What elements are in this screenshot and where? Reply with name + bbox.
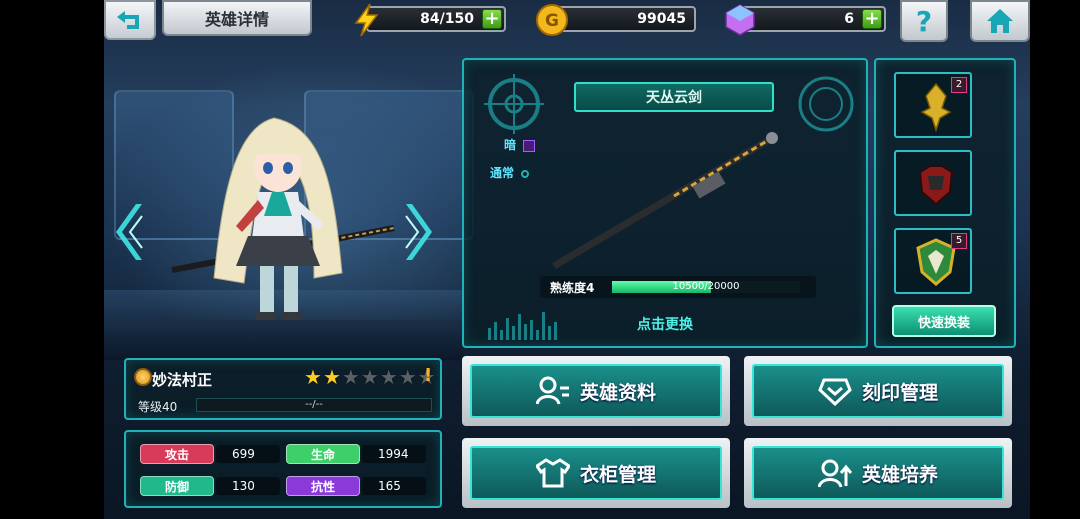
stat-resistance-label: 抗性 [286,476,360,496]
hero-info-panel: 妙法村正 ★ ★ ★ ★ ★ ★ ★ ! 等级40 --/-- [124,358,442,420]
help-question-icon: ? [915,4,933,38]
normal-type-icon [521,169,530,178]
stat-hp-value: 1994 [362,445,426,463]
hero-level: 等级40 [138,400,178,414]
top-bar: 英雄详情 84/150 + 99045 G 6 + ? [104,0,1030,46]
hero-exp-bar: --/-- [196,398,432,412]
hero-profile-button-face: 英雄资料 [470,364,722,418]
star-filled-icon: ★ [304,365,322,389]
crosshair-decoration-icon [484,74,544,134]
gold-coin-icon: G [534,2,570,38]
equipment-slot-2[interactable] [894,150,972,216]
home-icon [987,9,1013,33]
star-filled-icon: ★ [322,365,341,389]
next-hero-arrow[interactable] [402,202,432,262]
weapon-name: 天丛云剑 [574,82,774,112]
engrave-manage-button[interactable]: 刻印管理 [744,356,1012,426]
crystal-gem-icon [722,2,758,38]
stat-hp-label: 生命 [286,444,360,464]
engrave-manage-label: 刻印管理 [861,381,938,404]
gold-counter: 99045 [550,6,696,32]
gem-counter: 6 + [740,6,886,32]
weapon-element: 暗 [504,136,536,153]
stamina-counter: 84/150 + [366,6,506,32]
star-empty-icon: ★ [379,365,398,389]
help-button[interactable]: ? [900,0,948,42]
page-title: 英雄详情 [162,0,312,36]
engrave-icon [818,378,852,406]
weapon-type-label: 通常 [490,166,515,180]
stamina-value: 84/150 [420,11,474,27]
wardrobe-manage-button[interactable]: 衣柜管理 [462,438,730,508]
quick-equip-button[interactable]: 快速换装 [892,305,996,337]
weapon-type: 通常 [490,164,530,181]
stat-attack-label: 攻击 [140,444,214,464]
gold-value: 99045 [637,11,686,27]
back-arrow-icon [117,11,139,29]
gem-plus-button[interactable]: + [862,9,882,29]
tap-to-change-weapon[interactable]: 点击更换 [464,314,866,334]
hero-rank-badge-icon [134,368,152,386]
star-empty-icon: ★ [341,365,360,389]
slot-1-badge: 2 [951,77,967,93]
golden-crest-icon [920,82,952,132]
hero-profile-button[interactable]: 英雄资料 [462,356,730,426]
back-button[interactable] [104,0,156,40]
training-icon [817,459,852,488]
dark-element-icon [523,139,536,152]
wardrobe-manage-button-face: 衣柜管理 [470,446,722,500]
previous-hero-arrow[interactable] [116,202,146,262]
profile-icon [535,376,569,405]
stat-resistance-value: 165 [362,477,426,495]
stat-attack-value: 699 [216,445,280,463]
hero-training-button[interactable]: 英雄培养 [744,438,1012,508]
proficiency-bar: 10500/20000 [612,281,800,293]
upgrade-alert-icon[interactable]: ! [424,365,432,386]
slot-3-badge: 5 [951,233,967,249]
hero-training-label: 英雄培养 [861,463,938,486]
star-empty-icon: ★ [398,365,417,389]
proficiency-row: 熟练度4 10500/20000 [540,276,816,298]
lightning-icon [348,2,384,38]
radar-decoration-icon [798,76,854,132]
home-button[interactable] [970,0,1030,42]
wardrobe-manage-label: 衣柜管理 [579,463,656,486]
hero-training-button-face: 英雄培养 [752,446,1004,500]
hero-name: 妙法村正 [152,371,213,389]
hero-character-illustration [171,117,395,320]
equipment-slot-3[interactable]: 5 [894,228,972,294]
svg-text:G: G [545,11,559,31]
weapon-panel[interactable]: 天丛云剑 暗 通常 熟练度4 10500/20000 点击更换 [462,58,868,348]
engrave-manage-button-face: 刻印管理 [752,364,1004,418]
hero-stats-panel: 攻击 699 生命 1994 防御 130 抗性 165 [124,430,442,508]
stamina-plus-button[interactable]: + [482,9,502,29]
stat-defense-label: 防御 [140,476,214,496]
proficiency-value: 10500/20000 [672,281,740,292]
equipment-slots-panel: 2 5 快速换装 [874,58,1016,348]
equipment-slot-1[interactable]: 2 [894,72,972,138]
katana-weapon-image [552,132,778,270]
proficiency-label: 熟练度4 [550,281,595,295]
hero-profile-label: 英雄资料 [579,381,656,404]
weapon-element-label: 暗 [504,138,517,152]
stat-defense-value: 130 [216,477,280,495]
hero-star-rating: ★ ★ ★ ★ ★ ★ ★ [304,366,436,388]
gem-value: 6 [844,11,854,27]
wardrobe-icon [535,458,570,488]
red-armor-icon [918,165,954,206]
star-empty-icon: ★ [360,365,379,389]
